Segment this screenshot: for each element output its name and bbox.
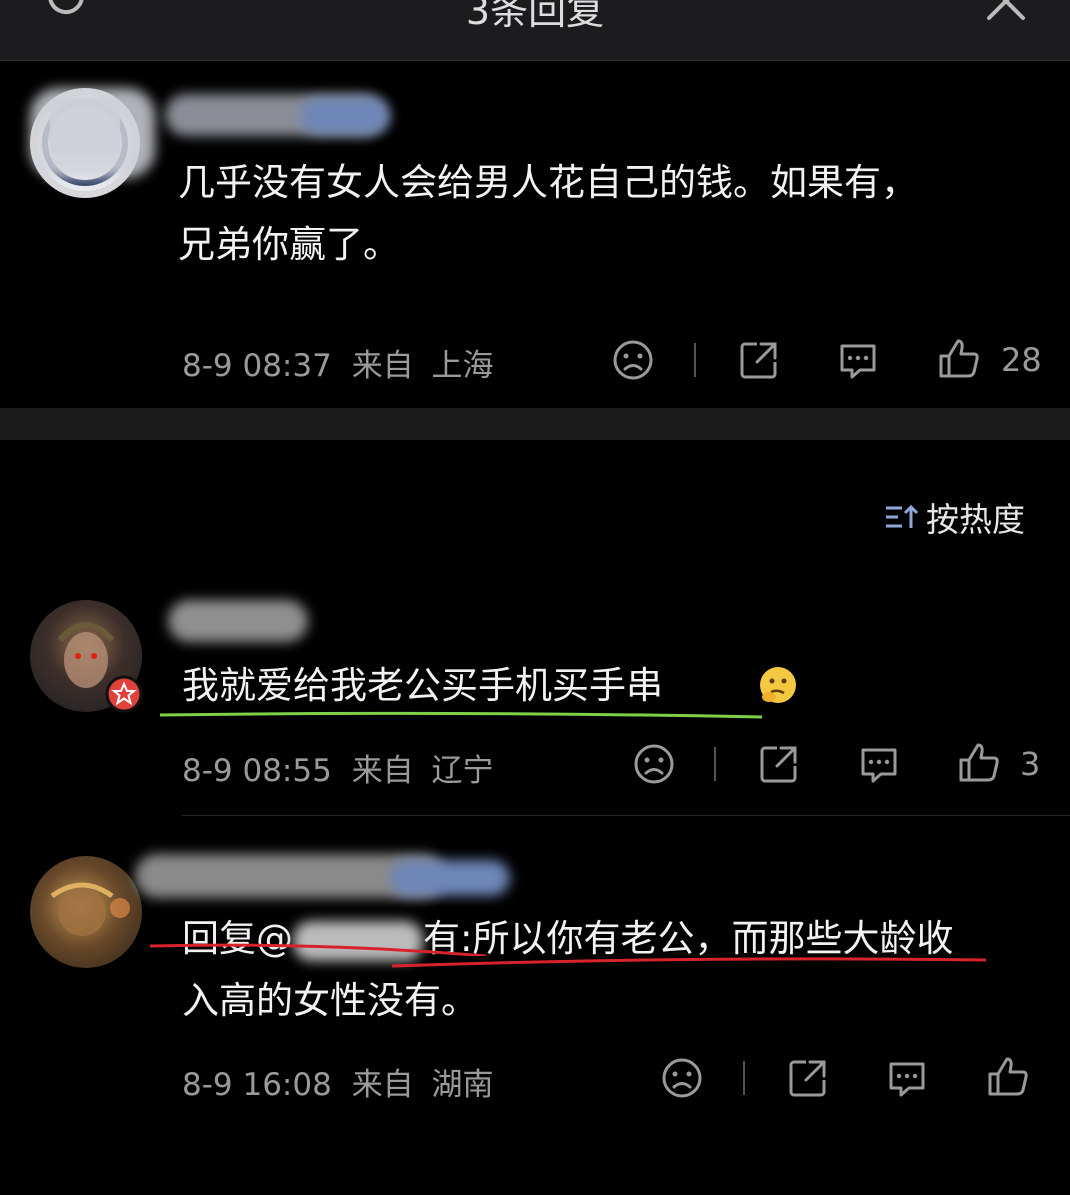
- location: 上海: [431, 348, 494, 384]
- separator: [743, 1061, 745, 1095]
- dislike-face-icon[interactable]: [632, 742, 676, 786]
- separator: [714, 747, 716, 781]
- username-blurred: [300, 98, 390, 134]
- location: 辽宁: [431, 753, 494, 789]
- timestamp: 8-9 08:37: [182, 348, 332, 384]
- reply-text: 回复@ 有:所以你有老公，而那些大龄收 入高的女性没有。: [182, 908, 953, 1032]
- timestamp: 8-9 08:55: [182, 753, 332, 789]
- thumbs-up-icon[interactable]: [936, 336, 982, 382]
- sort-button[interactable]: 按热度: [884, 495, 1025, 539]
- dislike-face-icon[interactable]: [660, 1056, 704, 1100]
- sort-label: 按热度: [926, 500, 1025, 539]
- comment-line: 几乎没有女人会给男人花自己的钱。如果有，: [178, 161, 918, 204]
- red-underline-2: [149, 943, 487, 956]
- close-icon[interactable]: [985, 0, 1027, 22]
- comment-icon[interactable]: [885, 1056, 929, 1100]
- reply-line: 我就爱给我老公买手机买手串: [182, 664, 663, 707]
- from-label: 来自: [351, 348, 414, 384]
- comment-meta: 8-9 08:37 来自 上海: [182, 340, 494, 385]
- comment-icon[interactable]: [836, 338, 880, 382]
- green-underline: [159, 711, 763, 719]
- timestamp: 8-9 16:08: [182, 1067, 332, 1103]
- comment-line: 兄弟你赢了。: [178, 223, 400, 266]
- comment-icon[interactable]: [857, 742, 901, 786]
- reply-separator: [182, 815, 1070, 816]
- section-divider: [0, 408, 1070, 440]
- like-count: 3: [1020, 745, 1041, 783]
- location: 湖南: [431, 1067, 494, 1103]
- avatar-reply-2[interactable]: [30, 856, 142, 968]
- from-label: 来自: [351, 753, 414, 789]
- thinking-emoji-icon: [757, 664, 799, 706]
- share-icon[interactable]: [757, 742, 801, 786]
- comment-text: 几乎没有女人会给男人花自己的钱。如果有， 兄弟你赢了。: [178, 152, 918, 276]
- reply-line: 入高的女性没有。: [182, 979, 478, 1022]
- username-blurred: [390, 860, 510, 896]
- reply-meta: 8-9 16:08 来自 湖南: [182, 1059, 494, 1104]
- from-label: 来自: [351, 1067, 414, 1103]
- username-blurred: [168, 600, 308, 642]
- page-title: 3条回复: [465, 0, 605, 33]
- badge-star-icon: [105, 675, 143, 713]
- separator: [694, 343, 696, 377]
- share-icon[interactable]: [786, 1056, 830, 1100]
- share-icon[interactable]: [737, 338, 781, 382]
- like-count: 28: [1001, 341, 1042, 379]
- thumbs-up-icon[interactable]: [956, 740, 1002, 786]
- username-blurred: [30, 88, 155, 178]
- thumbs-up-icon[interactable]: [985, 1054, 1031, 1100]
- sort-icon: [884, 502, 920, 532]
- dislike-face-icon[interactable]: [611, 338, 655, 382]
- reply-meta: 8-9 08:55 来自 辽宁: [182, 745, 494, 790]
